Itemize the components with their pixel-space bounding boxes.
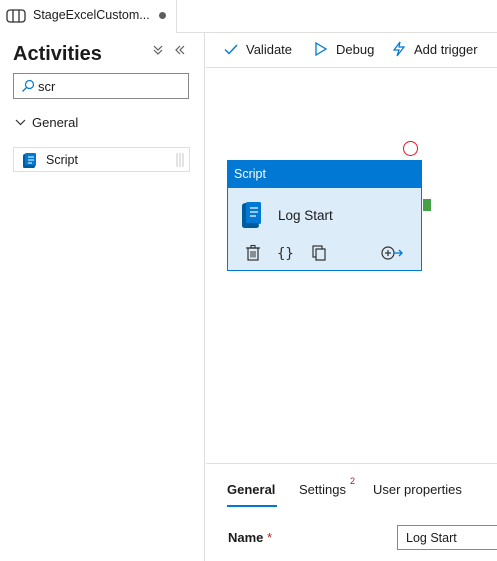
name-label-text: Name (228, 530, 264, 545)
code-braces-icon[interactable]: {} (276, 244, 298, 262)
activity-item-script[interactable]: Script (13, 147, 190, 172)
validation-error-indicator[interactable] (403, 141, 418, 156)
node-name: Log Start (278, 208, 333, 223)
tab-settings[interactable]: Settings (299, 482, 346, 497)
pipeline-tab[interactable]: StageExcelCustom... (0, 0, 177, 33)
debug-button[interactable]: Debug (313, 41, 374, 57)
validate-button[interactable]: Validate (223, 41, 292, 57)
name-label: Name * (228, 530, 272, 545)
add-trigger-label: Add trigger (414, 41, 478, 57)
activities-panel: Activities General Script (0, 33, 205, 561)
search-icon (22, 79, 35, 92)
unsaved-indicator (159, 12, 166, 19)
script-icon (23, 153, 36, 168)
add-output-icon[interactable] (380, 244, 404, 262)
debug-label: Debug (336, 41, 375, 57)
required-marker: * (267, 530, 273, 545)
pipeline-toolbar: Validate Debug Add trigger (206, 33, 497, 68)
activities-title: Activities (13, 43, 102, 65)
play-icon (315, 41, 328, 57)
tab-title: StageExcelCustom... (33, 8, 150, 22)
properties-pane: General Settings 2 User properties Name … (206, 463, 497, 561)
search-input[interactable] (38, 77, 183, 95)
checkmark-icon (224, 44, 238, 55)
node-type-label: Script (228, 161, 421, 188)
active-tab-indicator (227, 505, 277, 507)
pipeline-canvas[interactable]: Script Log Start {} (206, 69, 497, 463)
activity-item-label: Script (46, 153, 78, 167)
tab-bar: StageExcelCustom... (0, 0, 497, 33)
delete-icon[interactable] (244, 244, 262, 262)
tab-user-properties[interactable]: User properties (373, 482, 462, 497)
chevron-down-icon (15, 119, 26, 126)
collapse-panel-icon[interactable] (174, 43, 186, 59)
lightning-icon (392, 41, 406, 57)
script-icon (242, 202, 261, 228)
group-general-header[interactable]: General (15, 115, 78, 130)
expand-all-icon[interactable] (152, 43, 164, 59)
drag-handle-icon[interactable] (175, 152, 185, 168)
add-trigger-button[interactable]: Add trigger (391, 41, 478, 57)
group-label: General (32, 115, 79, 130)
activity-node-script[interactable]: Script Log Start {} (227, 160, 422, 271)
validate-label: Validate (246, 41, 293, 57)
activity-search-box[interactable] (13, 73, 189, 99)
svg-text:{}: {} (277, 246, 294, 262)
settings-error-badge: 2 (350, 476, 356, 486)
name-field[interactable]: Log Start (397, 525, 497, 550)
success-output-port[interactable] (423, 199, 431, 211)
pipeline-icon (6, 9, 26, 23)
copy-icon[interactable] (310, 244, 328, 262)
tab-general[interactable]: General (227, 482, 275, 497)
